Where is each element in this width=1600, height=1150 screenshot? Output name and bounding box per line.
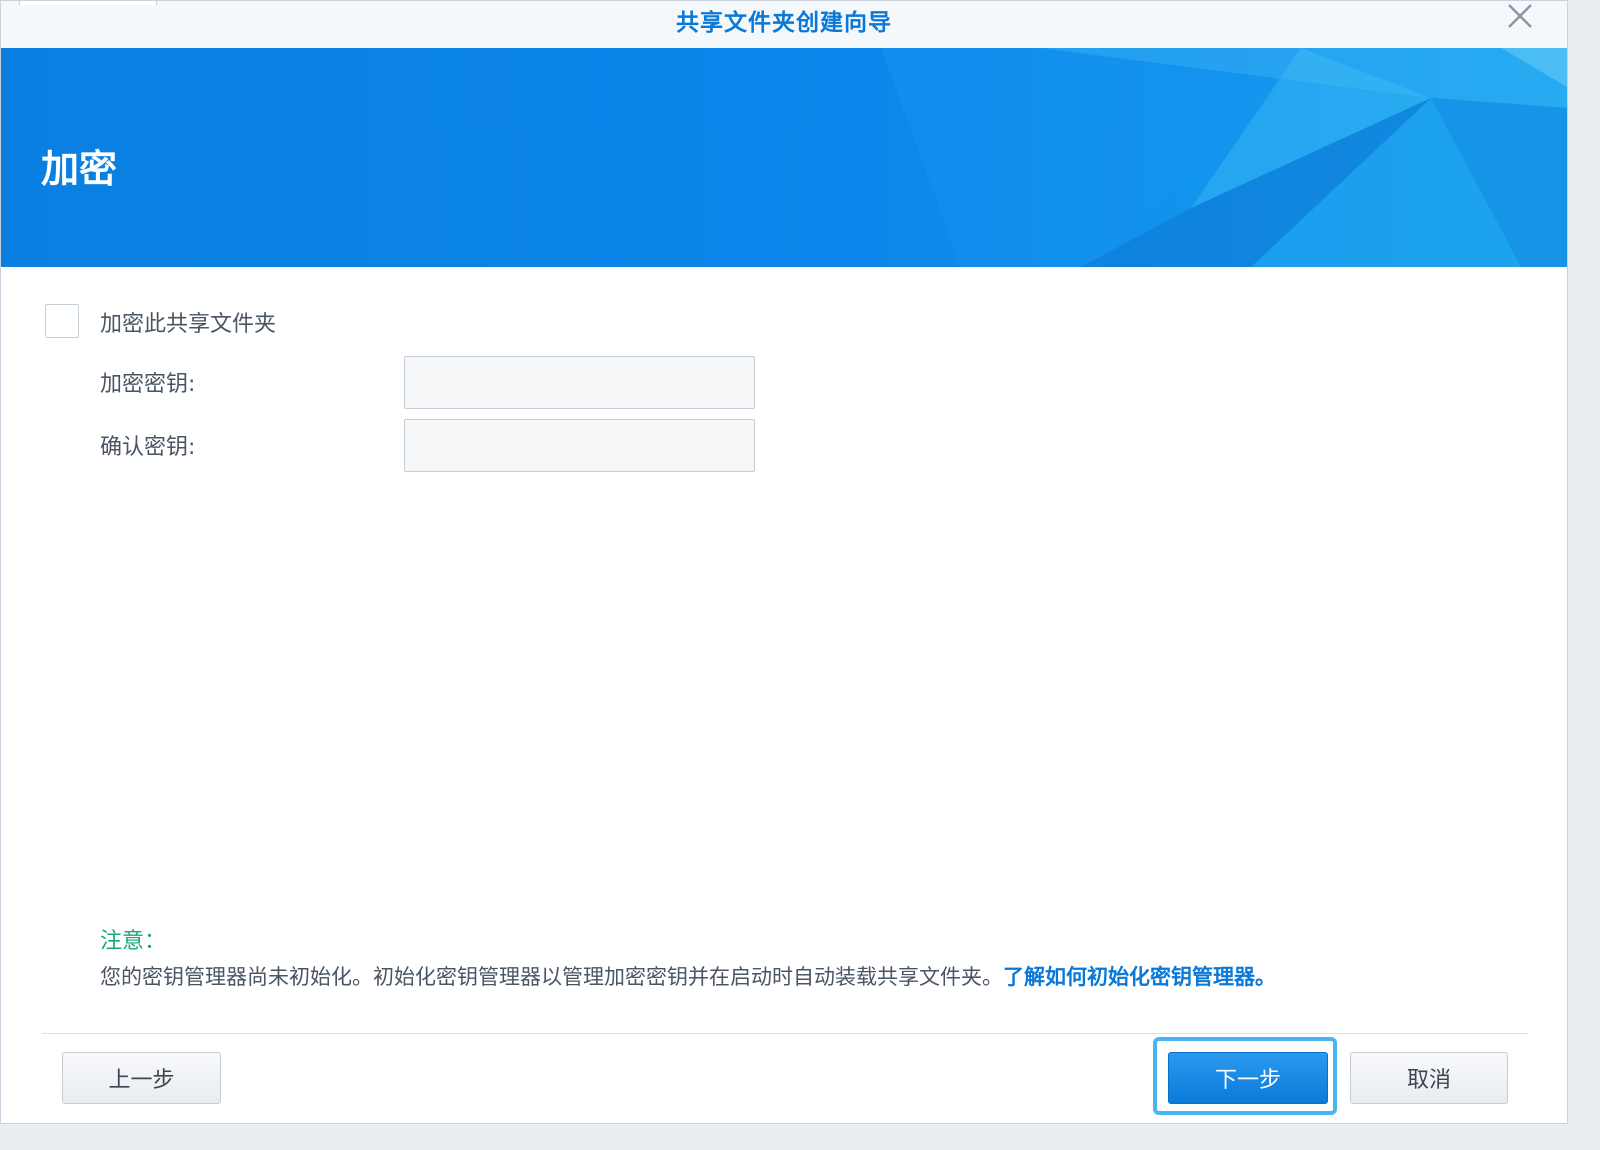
wizard-window: 共享文件夹创建向导 加密 加密此共享文件夹 加密密钥: 确认密钥: 注意： 您的… [0, 0, 1568, 1124]
encryption-key-input[interactable] [404, 356, 755, 409]
note-body: 您的密钥管理器尚未初始化。初始化密钥管理器以管理加密密钥并在启动时自动装载共享文… [100, 965, 1003, 989]
cancel-button[interactable]: 取消 [1350, 1052, 1508, 1104]
note-title: 注意： [100, 929, 167, 954]
encrypt-checkbox[interactable] [45, 304, 79, 338]
banner-title: 加密 [41, 147, 118, 191]
banner-graphic [1, 48, 1567, 267]
encrypt-checkbox-label[interactable]: 加密此共享文件夹 [100, 306, 276, 338]
note-text: 您的密钥管理器尚未初始化。初始化密钥管理器以管理加密密钥并在启动时自动装载共享文… [100, 961, 1276, 991]
title-bar: 共享文件夹创建向导 [1, 1, 1567, 49]
prev-button[interactable]: 上一步 [62, 1052, 221, 1104]
footer-divider [42, 1033, 1528, 1034]
close-icon[interactable] [1505, 1, 1535, 31]
confirm-key-input[interactable] [404, 419, 755, 472]
next-button[interactable]: 下一步 [1168, 1052, 1328, 1104]
header-banner: 加密 [1, 48, 1567, 267]
confirm-key-label: 确认密钥: [100, 435, 196, 460]
encryption-key-label: 加密密钥: [100, 372, 196, 397]
window-title: 共享文件夹创建向导 [676, 10, 892, 36]
key-manager-help-link[interactable]: 了解如何初始化密钥管理器。 [1003, 965, 1276, 989]
